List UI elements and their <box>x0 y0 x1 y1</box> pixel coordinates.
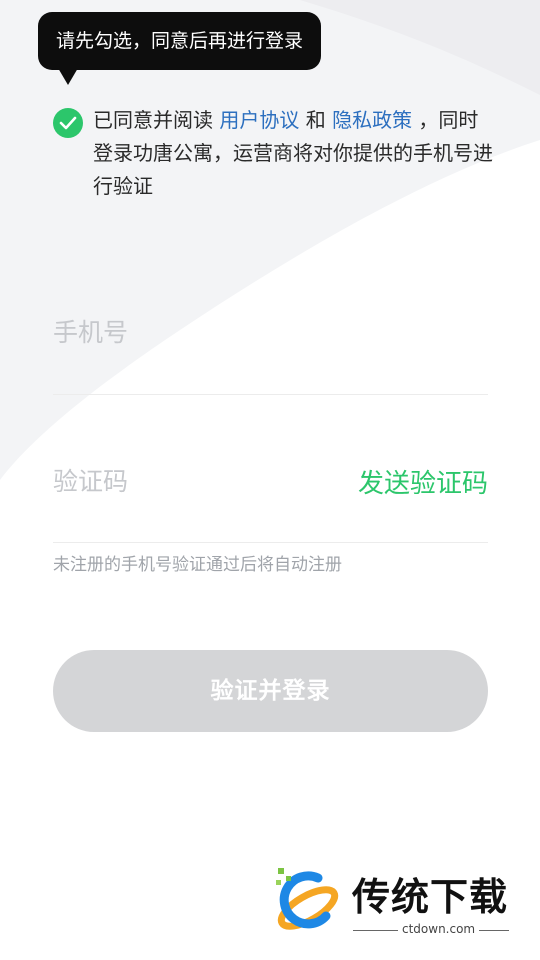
agreement-text: 已同意并阅读 用户协议 和 隐私政策 ，同时登录功唐公寓，运营商将对你提供的手机… <box>93 104 493 203</box>
watermark-logo-icon <box>276 868 339 930</box>
agreement-prefix: 已同意并阅读 <box>93 108 220 132</box>
code-field: 发送验证码 <box>53 456 488 543</box>
watermark-title: 传统下载 <box>352 875 509 919</box>
code-input[interactable] <box>53 456 323 506</box>
phone-field <box>53 307 488 395</box>
phone-input[interactable] <box>53 307 488 357</box>
login-button[interactable]: 验证并登录 <box>53 650 488 732</box>
checkmark-icon <box>59 116 77 130</box>
register-hint: 未注册的手机号验证通过后将自动注册 <box>53 555 342 575</box>
user-agreement-link[interactable]: 用户协议 <box>219 108 299 132</box>
privacy-policy-link[interactable]: 隐私政策 <box>332 108 412 132</box>
watermark-url: ctdown.com <box>398 922 480 936</box>
send-code-button[interactable]: 发送验证码 <box>358 463 488 500</box>
agreement-conjunction: 和 <box>299 108 333 132</box>
agreement-tooltip: 请先勾选，同意后再进行登录 <box>38 12 321 70</box>
agreement-checkbox[interactable] <box>53 108 83 138</box>
tooltip-arrow <box>58 68 78 85</box>
